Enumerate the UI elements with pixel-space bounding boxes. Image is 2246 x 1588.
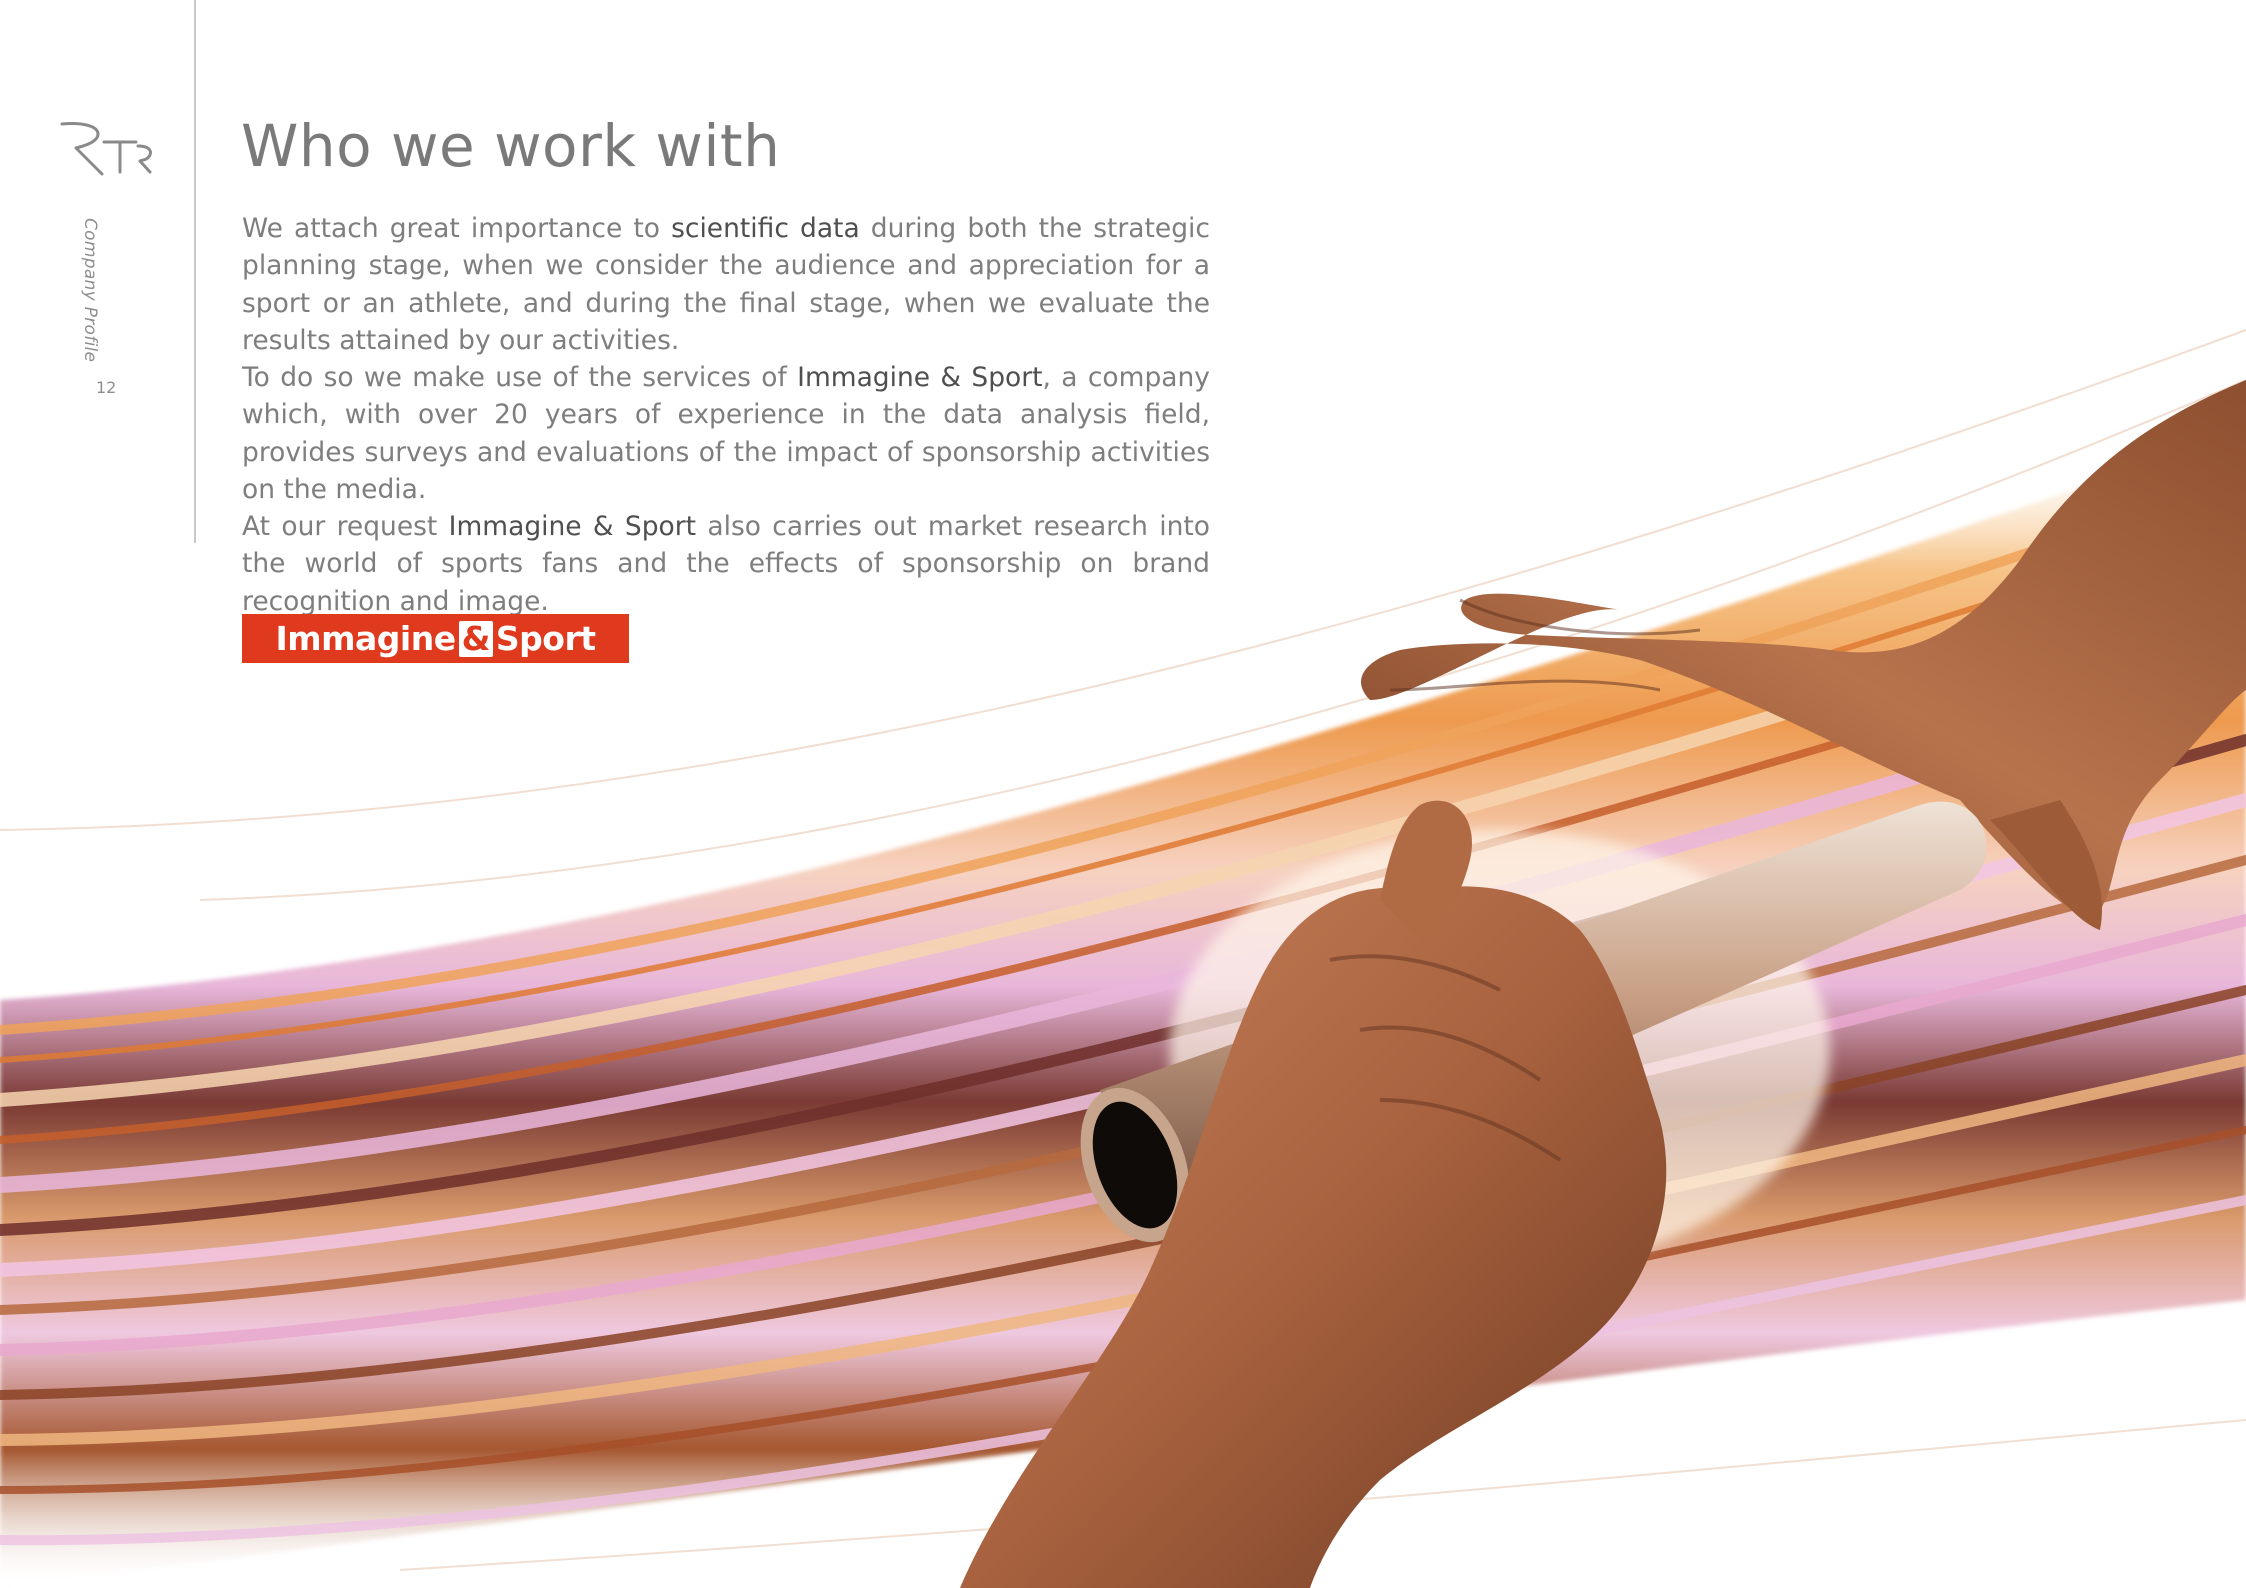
paragraph-text: To do so we make use of the services of [242, 362, 798, 393]
paragraph-scientific-data: We attach great importance to scientific… [242, 210, 1210, 359]
paragraph-text: We attach great importance to [242, 213, 672, 244]
logo-ampersand: & [458, 620, 493, 657]
highlight-text: Immagine & Sport [448, 511, 697, 542]
page-number: 12 [96, 378, 117, 397]
paragraph-market-research: At our request Immagine & Sport also car… [242, 508, 1210, 620]
paragraph-immagine-services: To do so we make use of the services of … [242, 359, 1210, 508]
rtr-logo [60, 122, 152, 176]
immagine-sport-logo: Immagine & Sport [242, 614, 629, 663]
paragraph-text: At our request [242, 511, 449, 542]
logo-right-text: Sport [495, 619, 596, 658]
highlight-text: Immagine & Sport [797, 362, 1043, 393]
section-divider [194, 0, 196, 543]
page-title: Who we work with [241, 112, 781, 180]
logo-left-text: Immagine [275, 619, 456, 658]
highlight-text: scientific data [671, 213, 860, 244]
section-label: Company Profile [80, 218, 100, 363]
